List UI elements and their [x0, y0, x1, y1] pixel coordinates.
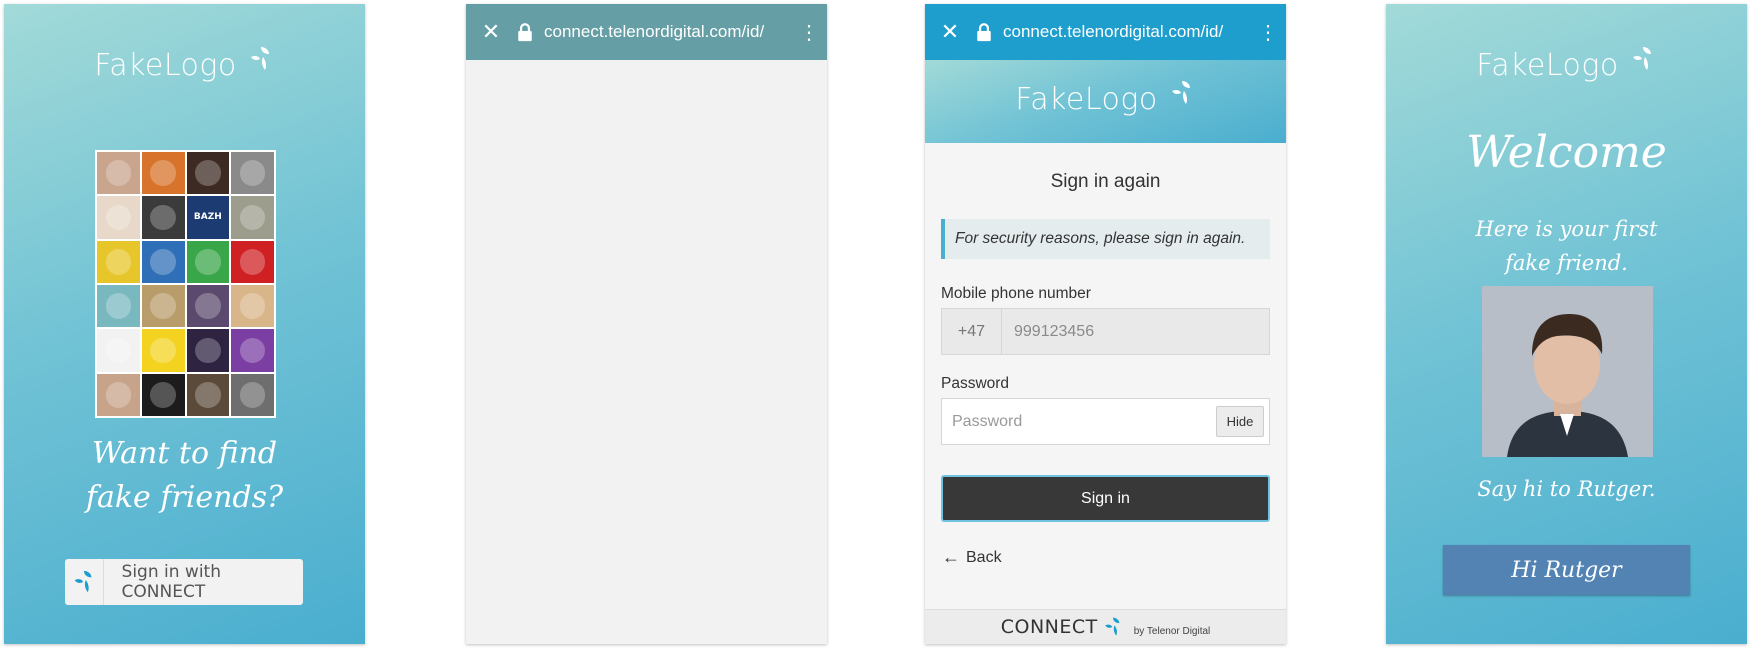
avatar-face-icon	[239, 382, 266, 408]
landing-screen: FakeLogo BAZH Want to find fake friends?…	[4, 4, 365, 644]
password-field: Hide	[941, 398, 1270, 445]
avatar-tile	[97, 240, 140, 283]
avatar-face-icon	[105, 382, 132, 408]
avatar-tile	[231, 329, 274, 372]
avatar-face-icon	[150, 337, 176, 364]
welcome-screen: FakeLogo Welcome Here is your first fake…	[1386, 4, 1747, 644]
avatar-tile	[141, 329, 185, 372]
sign-in-with-connect-button[interactable]: Sign in with CONNECT	[65, 559, 303, 605]
avatar-tile-text: BAZH	[193, 212, 222, 223]
avatar-tile	[97, 284, 140, 328]
avatar-face-icon	[195, 249, 221, 275]
avatar-face-icon	[239, 337, 266, 364]
sign-in-again-screen: ✕ connect.telenordigital.com/id/ ⋮ FakeL…	[925, 4, 1286, 644]
avatar-tile	[141, 284, 185, 328]
avatar-tile	[97, 329, 140, 372]
avatar-face-icon	[105, 249, 132, 275]
avatar-face-icon	[239, 204, 266, 231]
arrow-left-icon: ←	[942, 547, 960, 567]
avatar-tile	[141, 152, 185, 195]
more-options-icon[interactable]: ⋮	[1250, 20, 1286, 45]
avatar-tile	[231, 240, 274, 283]
avatar-tile	[186, 284, 230, 328]
avatar-face-icon	[195, 382, 221, 408]
lock-icon	[518, 23, 532, 41]
avatar-tile	[231, 152, 274, 195]
friend-avatar-grid: BAZH	[95, 150, 276, 418]
avatar-tile	[231, 284, 274, 328]
avatar-tile	[186, 240, 230, 283]
close-icon[interactable]: ✕	[925, 19, 975, 45]
avatar-tile	[186, 373, 230, 416]
phone-label: Mobile phone number	[941, 285, 1091, 302]
app-logo: FakeLogo	[1386, 46, 1747, 83]
hi-rutger-button[interactable]: Hi Rutger	[1443, 545, 1690, 595]
avatar-face-icon	[239, 249, 266, 275]
telenor-propeller-icon	[250, 46, 269, 70]
sign-in-button[interactable]: Sign in	[941, 475, 1270, 522]
telenor-propeller-icon	[1171, 80, 1190, 104]
connect-brand: CONNECT	[1000, 616, 1098, 638]
avatar-face-icon	[195, 160, 221, 186]
phone-field: +47	[941, 308, 1270, 355]
first-friend-text: Here is your first fake friend.	[1475, 217, 1658, 275]
password-label: Password	[941, 375, 1010, 392]
security-notice: For security reasons, please sign in aga…	[941, 219, 1270, 259]
avatar-face-icon	[150, 293, 176, 319]
browser-url-bar: ✕ connect.telenordigital.com/id/ ⋮	[925, 4, 1286, 60]
close-icon[interactable]: ✕	[466, 19, 516, 45]
app-logo: FakeLogo	[4, 46, 365, 83]
avatar-face-icon	[150, 249, 176, 275]
welcome-heading: Welcome	[1466, 127, 1667, 178]
more-options-icon[interactable]: ⋮	[791, 20, 827, 45]
avatar-face-icon	[195, 337, 221, 364]
avatar-face-icon	[105, 337, 132, 364]
person-portrait-icon	[1482, 286, 1653, 457]
avatar-face-icon	[105, 204, 132, 231]
url-text: connect.telenordigital.com/id/	[544, 22, 765, 41]
phone-input[interactable]	[1002, 309, 1269, 354]
avatar-tile: BAZH	[186, 196, 230, 239]
telenor-propeller-icon	[1104, 617, 1120, 636]
url-text: connect.telenordigital.com/id/	[1003, 22, 1224, 41]
avatar-tile	[231, 373, 274, 416]
avatar-tile	[186, 329, 230, 372]
say-hi-text: Say hi to Rutger.	[1477, 477, 1656, 501]
avatar-tile	[186, 152, 230, 195]
avatar-tile	[97, 373, 140, 416]
avatar-tile	[97, 152, 140, 195]
avatar-tile	[231, 196, 274, 239]
friend-photo	[1482, 286, 1653, 457]
loading-browser-screen: ✕ connect.telenordigital.com/id/ ⋮	[466, 4, 827, 644]
avatar-tile	[141, 196, 185, 239]
back-link[interactable]: ← Back	[942, 547, 1002, 568]
telenor-propeller-icon	[1632, 46, 1651, 70]
footer: CONNECT by Telenor Digital	[925, 609, 1286, 644]
browser-url-bar: ✕ connect.telenordigital.com/id/ ⋮	[466, 4, 827, 60]
avatar-tile	[141, 240, 185, 283]
avatar-face-icon	[150, 382, 176, 408]
find-friends-heading: Want to find fake friends?	[85, 436, 284, 515]
page-title: Sign in again	[1050, 171, 1161, 192]
footer-by-text: by Telenor Digital	[1133, 625, 1211, 637]
avatar-face-icon	[195, 293, 221, 319]
avatar-tile	[141, 373, 185, 416]
lock-icon	[977, 23, 991, 41]
country-code[interactable]: +47	[942, 309, 1002, 354]
password-input[interactable]	[942, 412, 1216, 431]
avatar-face-icon	[239, 160, 266, 186]
avatar-face-icon	[150, 160, 176, 186]
avatar-tile	[97, 196, 140, 239]
header-banner: FakeLogo	[925, 60, 1286, 143]
avatar-face-icon	[150, 204, 176, 231]
hide-password-button[interactable]: Hide	[1216, 406, 1264, 437]
avatar-face-icon	[105, 293, 132, 319]
avatar-face-icon	[105, 160, 132, 186]
telenor-propeller-icon	[65, 559, 104, 605]
app-logo: FakeLogo	[925, 80, 1286, 117]
avatar-face-icon	[239, 293, 266, 319]
